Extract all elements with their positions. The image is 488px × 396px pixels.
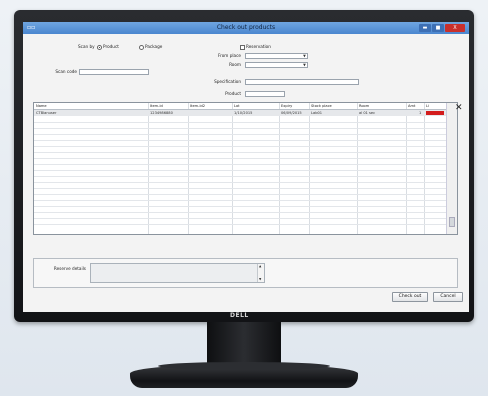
empty-row [34,200,446,201]
chevron-down-icon: ▼ [303,63,306,67]
window-title: Check out products [216,24,276,31]
monitor-neck [207,322,281,366]
reserve-details-label: Reserve details [53,266,86,271]
app-window: ▫▫ Check out products ▬ ■ X Scan by Prod… [23,22,469,312]
cell-lot: 1/10/2015 [234,111,253,115]
column-header-room[interactable]: Room [359,104,369,109]
cell-amt: 1 [419,111,422,115]
column-header-item-id[interactable]: Item-id [150,104,163,109]
empty-row [34,194,446,195]
empty-row [34,164,446,165]
empty-row [34,170,446,171]
empty-row [34,182,446,183]
reserve-details-textarea[interactable]: ▲ ▼ [90,263,265,283]
column-header-stock-place[interactable]: Stock place [311,104,332,109]
cancel-button[interactable]: Cancel [433,292,463,302]
empty-row [34,158,446,159]
empty-row [34,140,446,141]
scan-code-input[interactable] [79,69,149,75]
column-header-lot[interactable]: Lot [234,104,240,109]
column-header-li[interactable]: Li [426,104,429,109]
radio-package-label: Package [145,44,163,49]
check-out-button[interactable]: Check out [392,292,428,302]
scrollbar-thumb[interactable] [449,217,455,227]
empty-row [34,224,446,225]
scroll-up-icon[interactable]: ▲ [259,264,261,268]
product-label: Product [225,91,241,96]
cell-expiry: 06/09/2015 [281,111,302,115]
column-header-name[interactable]: Name [36,104,47,109]
reservation-label: Reservation [246,44,271,49]
empty-row [34,188,446,189]
cell-name: CTBlanuser [36,111,57,115]
radio-product[interactable] [97,44,102,50]
reservation-checkbox[interactable] [240,44,245,50]
column-header-item-id2[interactable]: Item-id2 [190,104,205,109]
monitor-stand-top [158,362,330,370]
empty-row [34,146,446,147]
close-button[interactable]: X [445,24,465,32]
scroll-down-icon[interactable]: ▼ [259,277,261,281]
cell-room: al 01 sec [359,111,376,115]
scan-by-label: Scan by [78,44,95,49]
empty-row [34,128,446,129]
scan-code-label: Scan code [55,69,77,74]
empty-row [34,134,446,135]
product-input[interactable] [245,91,285,97]
title-bar: ▫▫ Check out products ▬ ■ X [23,22,469,34]
empty-row [34,122,446,123]
chevron-down-icon: ▼ [303,54,306,58]
cell-stock-place: Lab01 [311,111,323,115]
minimize-button[interactable]: ▬ [419,24,431,32]
room-label: Room [229,62,241,67]
status-flag [426,111,444,115]
cell-item-id: 1234986880 [150,111,173,115]
from-place-label: From place [218,53,241,58]
specification-label: Specification [214,79,241,84]
empty-row [34,176,446,177]
empty-row [34,152,446,153]
radio-package[interactable] [139,44,144,50]
column-header-amt[interactable]: Amt [408,104,415,109]
reserve-details-panel: Reserve details ▲ ▼ [33,258,458,288]
notes-scrollbar[interactable]: ▲ ▼ [257,264,264,282]
empty-row [34,212,446,213]
empty-row [34,218,446,219]
products-grid[interactable]: Name Item-id Item-id2 Lot Expiry Stock p… [33,102,458,235]
empty-row [34,206,446,207]
radio-product-label: Product [103,44,119,49]
maximize-button[interactable]: ■ [432,24,444,32]
column-header-expiry[interactable]: Expiry [281,104,292,109]
monitor-brand-logo: DELL [230,312,249,319]
from-place-select[interactable]: ▼ [245,53,308,59]
room-select[interactable]: ▼ [245,62,308,68]
remove-row-icon[interactable]: ✕ [455,104,463,113]
grid-scrollbar[interactable] [446,103,457,234]
specification-input[interactable] [245,79,359,85]
